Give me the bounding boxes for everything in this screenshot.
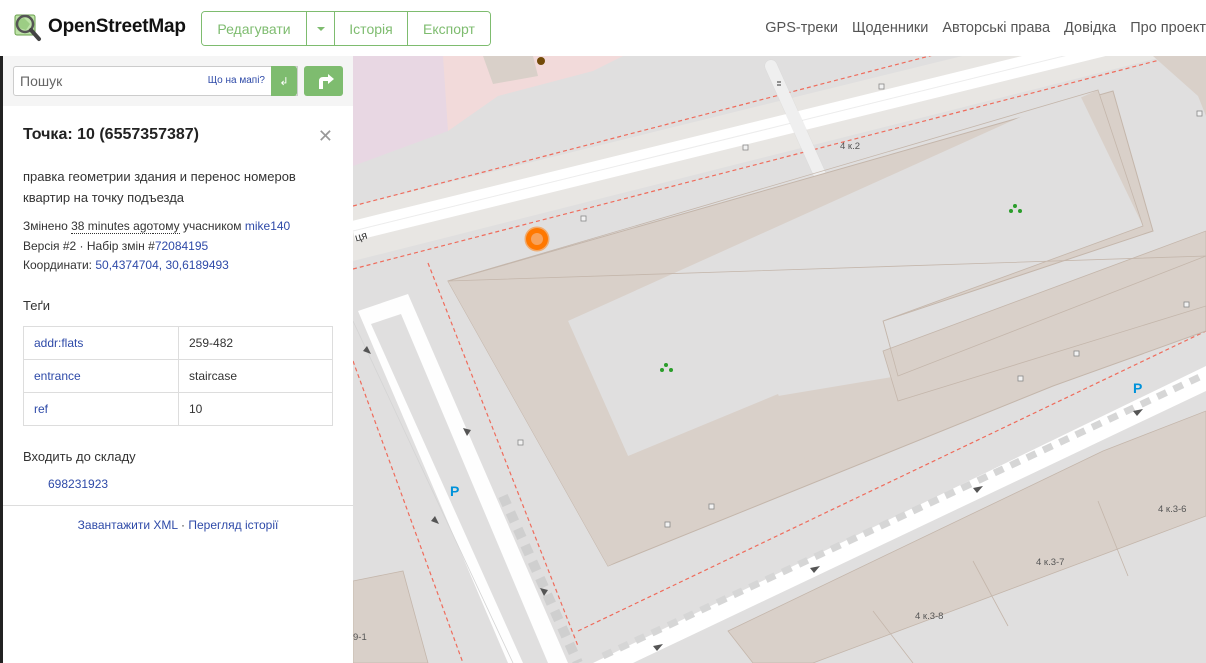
building-label: 9-1 bbox=[353, 632, 367, 643]
relation-link[interactable]: 698231923 bbox=[48, 477, 333, 491]
osm-logo[interactable]: OpenStreetMap bbox=[12, 12, 186, 42]
landuse-area bbox=[353, 56, 448, 166]
tag-value: 259-482 bbox=[178, 325, 333, 360]
feature-meta: Змінено 38 minutes agoтому учасником mik… bbox=[23, 217, 333, 276]
edited-line: Змінено 38 minutes agoтому учасником mik… bbox=[23, 217, 333, 237]
tag-value: 10 bbox=[178, 391, 333, 426]
search-input[interactable] bbox=[14, 67, 204, 95]
top-header: OpenStreetMap Редагувати Історія Експорт… bbox=[0, 0, 1206, 56]
changeset-link[interactable]: 72084195 bbox=[155, 239, 208, 253]
building bbox=[1153, 56, 1206, 116]
building-label: 4 к.2 bbox=[840, 141, 861, 152]
panel-footer: Завантажити XML · Перегляд історії bbox=[3, 505, 353, 532]
building bbox=[353, 570, 429, 663]
caret-down-icon bbox=[316, 26, 325, 31]
logo-text: OpenStreetMap bbox=[48, 16, 186, 37]
view-history-link[interactable]: Перегляд історії bbox=[188, 518, 278, 532]
search-bar: Що на мапі? ↲ bbox=[3, 56, 353, 106]
close-icon[interactable]: ✕ bbox=[318, 126, 333, 147]
directions-icon bbox=[318, 74, 334, 89]
export-button[interactable]: Експорт bbox=[408, 12, 490, 45]
building-label: 4 к.3-8 bbox=[915, 611, 944, 622]
tag-key[interactable]: entrance bbox=[23, 358, 179, 393]
coords-link[interactable]: 50,4374704, 30,6189493 bbox=[95, 258, 228, 272]
edit-button[interactable]: Редагувати bbox=[202, 12, 307, 45]
search-field: Що на мапі? ↲ bbox=[13, 66, 298, 96]
nav-copyright[interactable]: Авторські права bbox=[942, 20, 1050, 36]
tags-table: addr:flats 259-482 entrance staircase re… bbox=[23, 325, 333, 426]
table-row: entrance staircase bbox=[23, 358, 333, 393]
changed-time-suffix: тому bbox=[153, 219, 180, 234]
tags-heading: Теґи bbox=[23, 297, 51, 313]
table-row: ref 10 bbox=[23, 391, 333, 426]
building-label: 4 к.3-7 bbox=[1036, 557, 1065, 568]
tag-value[interactable]: staircase bbox=[178, 358, 333, 393]
nav-help[interactable]: Довідка bbox=[1064, 20, 1116, 36]
sidebar: Що на мапі? ↲ Точка: 10 (6557357387) ✕ п… bbox=[0, 56, 353, 663]
feature-panel: Точка: 10 (6557357387) ✕ правка геометри… bbox=[23, 126, 333, 491]
nav-gps-traces[interactable]: GPS-треки bbox=[765, 20, 838, 36]
coords-line: Координати: 50,4374704, 30,6189493 bbox=[23, 256, 333, 276]
directions-button[interactable] bbox=[304, 66, 343, 96]
tag-key[interactable]: addr:flats bbox=[23, 325, 179, 360]
parking-icon: P bbox=[450, 483, 460, 499]
version-text: Версія #2 · Набір змін # bbox=[23, 238, 155, 253]
version-line: Версія #2 · Набір змін #72084195 bbox=[23, 237, 333, 257]
download-xml-link[interactable]: Завантажити XML bbox=[78, 518, 178, 532]
changed-by-label: учасником bbox=[182, 219, 242, 233]
search-submit-button[interactable]: ↲ bbox=[271, 66, 297, 96]
user-link[interactable]: mike140 bbox=[245, 219, 290, 233]
where-is-this-link[interactable]: Що на мапі? bbox=[208, 75, 265, 86]
nav-about[interactable]: Про проект bbox=[1130, 20, 1206, 36]
edit-dropdown-button[interactable] bbox=[307, 12, 335, 45]
latitude: 50,4374704 bbox=[95, 258, 159, 272]
changeset-comment: правка геометрии здания и перенос номеро… bbox=[23, 169, 296, 205]
car-icon bbox=[537, 57, 545, 65]
tag-key[interactable]: ref bbox=[23, 391, 179, 426]
changed-prefix: Змінено bbox=[23, 219, 68, 233]
table-row: addr:flats 259-482 bbox=[23, 325, 333, 360]
building-label: 4 к.3-6 bbox=[1158, 504, 1187, 515]
magnifier-map-icon bbox=[14, 14, 41, 41]
longitude: 30,6189493 bbox=[165, 258, 229, 272]
feature-title: Точка: 10 (6557357387) bbox=[23, 126, 199, 143]
changed-time: 38 minutes ago bbox=[71, 219, 154, 234]
edit-button-group: Редагувати Історія Експорт bbox=[201, 11, 491, 46]
history-button[interactable]: Історія bbox=[335, 12, 408, 45]
coords-label: Координати: bbox=[23, 258, 93, 272]
entrance-marker-center bbox=[531, 233, 543, 245]
nav-diaries[interactable]: Щоденники bbox=[852, 20, 928, 36]
parking-icon: P bbox=[1133, 380, 1143, 396]
map-view[interactable]: 4 к.2 4 к.3-6 4 к.3-7 4 к.3-8 9-1 ця P P bbox=[353, 56, 1206, 663]
map-canvas[interactable] bbox=[353, 56, 1206, 663]
part-of-heading: Входить до складу bbox=[23, 448, 136, 464]
footer-separator: · bbox=[181, 518, 185, 532]
secondary-nav: GPS-треки Щоденники Авторські права Дові… bbox=[765, 20, 1206, 36]
